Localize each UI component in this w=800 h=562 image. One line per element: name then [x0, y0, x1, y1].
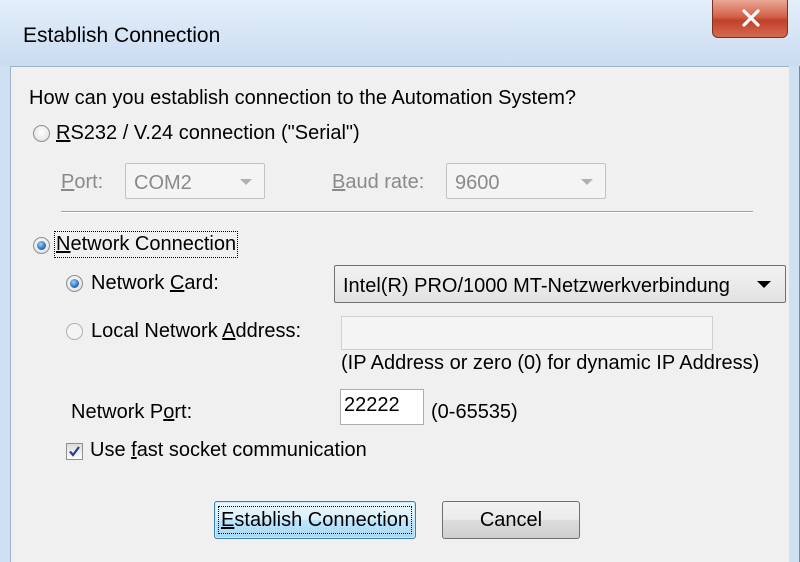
serial-port-select[interactable]: COM2	[125, 163, 265, 199]
network-port-input[interactable]: 22222	[340, 389, 424, 425]
network-card-label[interactable]: Network Card:	[91, 272, 219, 295]
prompt-text: How can you establish connection to the …	[29, 87, 576, 109]
fast-socket-checkbox[interactable]	[66, 443, 83, 460]
chevron-down-icon	[757, 281, 771, 288]
baud-rate-value: 9600	[455, 172, 500, 194]
dialog-body: How can you establish connection to the …	[10, 66, 789, 562]
baud-rate-label: Baud rate:	[332, 171, 425, 193]
serial-port-value: COM2	[134, 172, 192, 194]
establish-connection-button[interactable]: Establish Connection	[214, 501, 416, 539]
baud-rate-select[interactable]: 9600	[446, 163, 606, 199]
dialog-window: Establish Connection How can you establi…	[0, 0, 800, 562]
network-radio-label[interactable]: Network Connection	[53, 231, 239, 258]
local-address-input[interactable]	[341, 316, 713, 350]
network-radio[interactable]	[33, 237, 50, 254]
window-title: Establish Connection	[23, 24, 221, 47]
chevron-down-icon	[581, 179, 593, 185]
network-card-select[interactable]: Intel(R) PRO/1000 MT-Netzwerkverbindung	[334, 265, 786, 303]
network-port-label: Network Port:	[71, 401, 193, 423]
network-port-value: 22222	[344, 394, 400, 416]
cancel-button[interactable]: Cancel	[442, 501, 580, 539]
network-card-radio[interactable]	[66, 275, 83, 292]
title-bar[interactable]: Establish Connection	[0, 0, 800, 66]
establish-connection-label: Establish Connection	[218, 506, 412, 534]
serial-radio-label[interactable]: RS232 / V.24 connection ("Serial")	[56, 122, 360, 145]
close-icon	[742, 9, 760, 27]
chevron-down-icon	[240, 179, 252, 185]
section-divider	[61, 211, 753, 213]
ip-address-hint: (IP Address or zero (0) for dynamic IP A…	[341, 352, 760, 374]
local-address-label[interactable]: Local Network Address:	[91, 320, 301, 343]
close-button[interactable]	[712, 0, 788, 38]
network-card-value: Intel(R) PRO/1000 MT-Netzwerkverbindung	[343, 275, 730, 297]
checkmark-icon	[69, 446, 80, 457]
serial-radio[interactable]	[33, 125, 50, 142]
radio-selected-dot	[70, 279, 79, 288]
radio-selected-dot	[37, 241, 46, 250]
local-address-radio[interactable]	[66, 323, 83, 340]
fast-socket-label[interactable]: Use fast socket communication	[90, 439, 367, 462]
network-port-range: (0-65535)	[431, 401, 518, 423]
serial-port-label: Port:	[61, 171, 104, 193]
